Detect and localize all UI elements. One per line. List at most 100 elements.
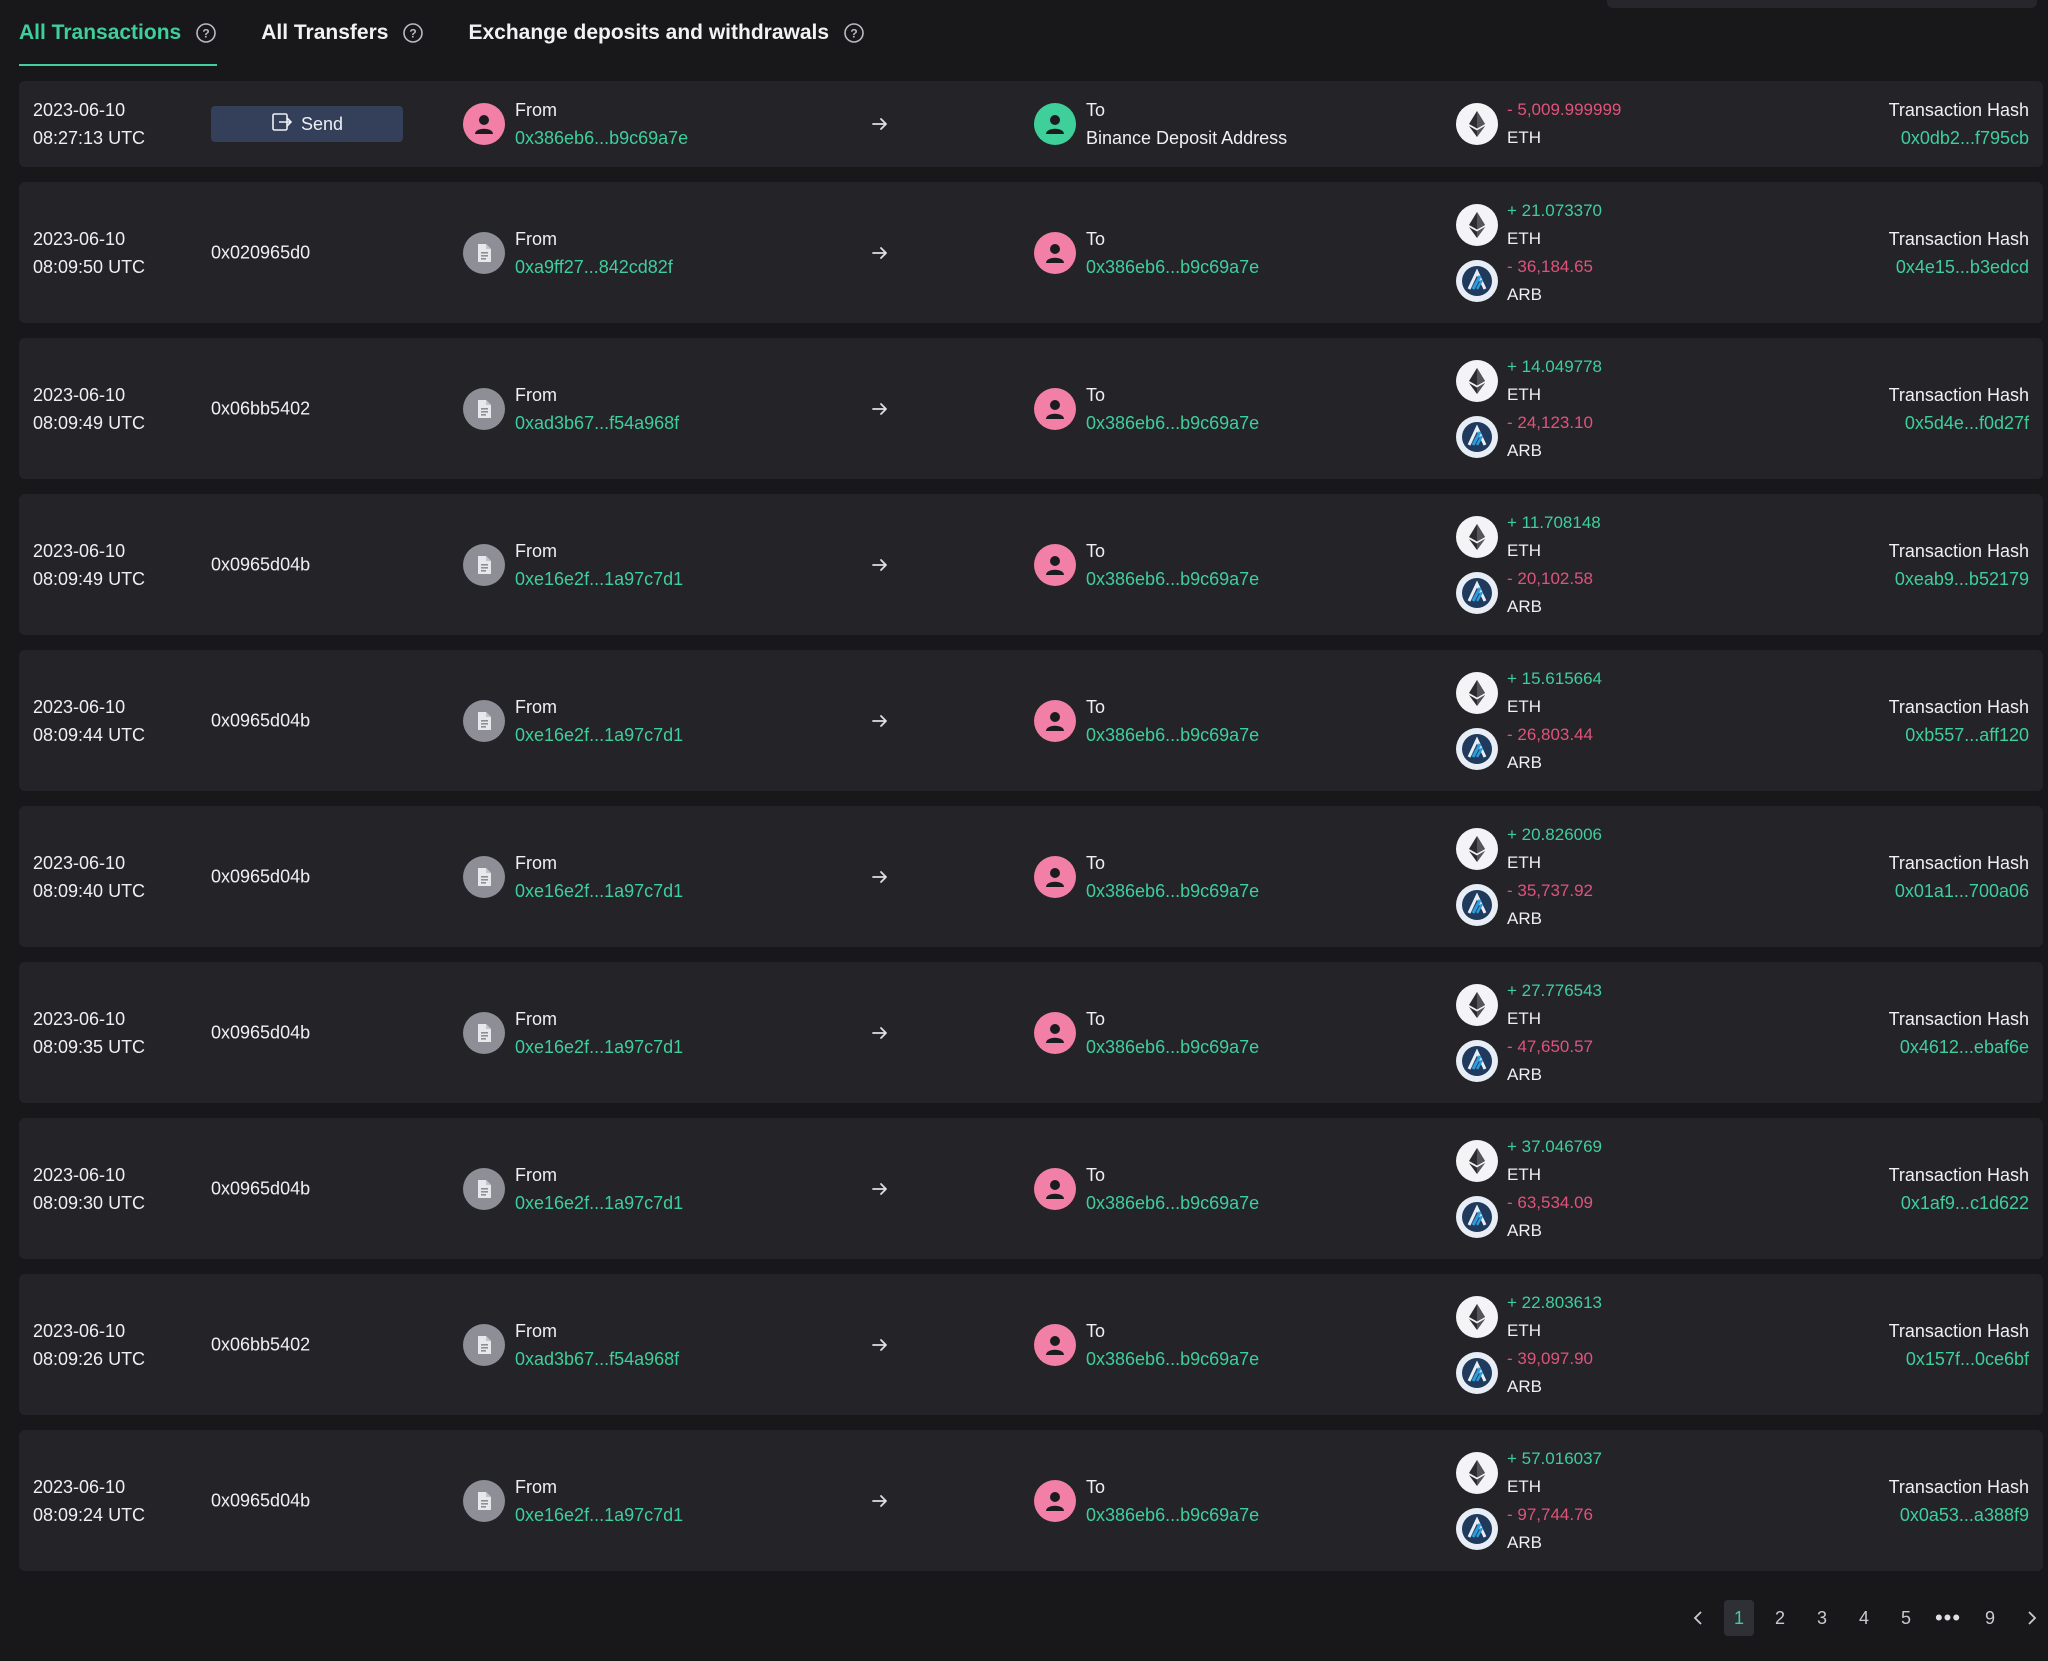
from-address-link[interactable]: 0xe16e2f...1a97c7d1 xyxy=(515,721,683,749)
tx-hash: Transaction Hash 0x4e15...b3edcd xyxy=(1889,225,2029,281)
from-address-link[interactable]: 0xe16e2f...1a97c7d1 xyxy=(515,565,683,593)
page-ellipsis[interactable]: ••• xyxy=(1932,1600,1964,1636)
page-number[interactable]: 5 xyxy=(1890,1600,1922,1636)
to-address-link[interactable]: 0x386eb6...b9c69a7e xyxy=(1086,721,1259,749)
arb-icon xyxy=(1456,1039,1498,1082)
table-row[interactable]: 2023-06-10 08:27:13 UTC Send From 0x386eb6..… xyxy=(19,81,2043,167)
to-address-link[interactable]: 0x386eb6...b9c69a7e xyxy=(1086,253,1259,281)
token-amount: - 97,744.76 ARB xyxy=(1456,1501,1602,1557)
arrow-right-icon xyxy=(870,1179,890,1199)
page-number[interactable]: 2 xyxy=(1764,1600,1796,1636)
to-address-link[interactable]: 0x386eb6...b9c69a7e xyxy=(1086,1345,1259,1373)
from-label: From xyxy=(515,1476,557,1497)
tx-date: 2023-06-10 xyxy=(33,228,126,249)
tx-hash: Transaction Hash 0xeab9...b52179 xyxy=(1889,537,2029,593)
hash-link[interactable]: 0x4e15...b3edcd xyxy=(1889,253,2029,281)
hash-link[interactable]: 0x01a1...700a06 xyxy=(1889,877,2029,905)
token-amount: + 21.073370 ETH xyxy=(1456,197,1602,253)
table-row[interactable]: 2023-06-10 08:09:44 UTC 0x0965d04b From 0xe1… xyxy=(19,650,2043,791)
hash-link[interactable]: 0x0a53...a388f9 xyxy=(1889,1501,2029,1529)
hash-link[interactable]: 0x1af9...c1d622 xyxy=(1889,1189,2029,1217)
amount-value: - 35,737.92 xyxy=(1507,880,1594,900)
hash-link[interactable]: 0xb557...aff120 xyxy=(1889,721,2029,749)
table-row[interactable]: 2023-06-10 08:09:35 UTC 0x0965d04b From 0xe1… xyxy=(19,962,2043,1103)
token-amount: + 37.046769 ETH xyxy=(1456,1133,1602,1189)
hash-label: Transaction Hash xyxy=(1888,540,2029,561)
arrow-right-icon xyxy=(870,1335,890,1355)
to-address-link[interactable]: 0x386eb6...b9c69a7e xyxy=(1086,409,1259,437)
hash-label: Transaction Hash xyxy=(1888,1320,2029,1341)
tx-datetime: 2023-06-10 08:09:50 UTC xyxy=(33,225,145,281)
prev-page-icon[interactable] xyxy=(1682,1600,1714,1636)
contract-icon xyxy=(463,387,505,430)
to-party: To 0x386eb6...b9c69a7e xyxy=(1034,1473,1259,1529)
to-address-link[interactable]: Binance Deposit Address xyxy=(1086,124,1287,152)
from-address-link[interactable]: 0x386eb6...b9c69a7e xyxy=(515,124,688,152)
token-amount: - 5,009.999999 ETH xyxy=(1456,96,1621,152)
tx-hash: Transaction Hash 0x4612...ebaf6e xyxy=(1889,1005,2029,1061)
from-party: From 0xe16e2f...1a97c7d1 xyxy=(463,1473,683,1529)
page-number[interactable]: 3 xyxy=(1806,1600,1838,1636)
amount-value: - 5,009.999999 xyxy=(1507,100,1622,119)
tx-date: 2023-06-10 xyxy=(33,384,126,405)
tx-time: 08:09:26 UTC xyxy=(33,1348,146,1369)
page-number[interactable]: 9 xyxy=(1974,1600,2006,1636)
tab-all-transfers[interactable]: All Transfers ? xyxy=(261,0,424,66)
amount-value: + 27.776543 xyxy=(1507,980,1603,1000)
amounts: + 37.046769 ETH - 63,534.09 ARB xyxy=(1456,1133,1602,1245)
to-address-link[interactable]: 0x386eb6...b9c69a7e xyxy=(1086,1501,1259,1529)
method-id: 0x0965d04b xyxy=(211,866,311,886)
contract-icon xyxy=(463,543,505,586)
table-row[interactable]: 2023-06-10 08:09:30 UTC 0x0965d04b From 0xe1… xyxy=(19,1118,2043,1259)
token-symbol: ETH xyxy=(1507,1164,1541,1184)
table-row[interactable]: 2023-06-10 08:09:49 UTC 0x06bb5402 From 0xad… xyxy=(19,338,2043,479)
amount-value: - 47,650.57 xyxy=(1507,1036,1594,1056)
send-method-button[interactable]: Send xyxy=(211,106,403,142)
eth-icon xyxy=(1456,1139,1498,1182)
token-amount: + 11.708148 ETH xyxy=(1456,509,1601,565)
hash-link[interactable]: 0x4612...ebaf6e xyxy=(1889,1033,2029,1061)
to-address-link[interactable]: 0x386eb6...b9c69a7e xyxy=(1086,877,1259,905)
method-id: 0x0965d04b xyxy=(211,710,311,730)
arb-icon xyxy=(1456,571,1498,614)
table-row[interactable]: 2023-06-10 08:09:50 UTC 0x020965d0 From 0xa9… xyxy=(19,182,2043,323)
from-address-link[interactable]: 0xad3b67...f54a968f xyxy=(515,409,679,437)
page-number[interactable]: 1 xyxy=(1724,1600,1754,1636)
token-amount: + 22.803613 ETH xyxy=(1456,1289,1602,1345)
from-address-link[interactable]: 0xe16e2f...1a97c7d1 xyxy=(515,1189,683,1217)
table-row[interactable]: 2023-06-10 08:09:40 UTC 0x0965d04b From 0xe1… xyxy=(19,806,2043,947)
contract-icon xyxy=(463,699,505,742)
amount-value: + 57.016037 xyxy=(1507,1448,1603,1468)
method-id: 0x020965d0 xyxy=(211,242,311,262)
to-address-link[interactable]: 0x386eb6...b9c69a7e xyxy=(1086,565,1259,593)
table-row[interactable]: 2023-06-10 08:09:24 UTC 0x0965d04b From 0xe1… xyxy=(19,1430,2043,1571)
table-row[interactable]: 2023-06-10 08:09:49 UTC 0x0965d04b From 0xe1… xyxy=(19,494,2043,635)
next-page-icon[interactable] xyxy=(2016,1600,2048,1636)
token-amount: + 20.826006 ETH xyxy=(1456,821,1602,877)
to-address-link[interactable]: 0x386eb6...b9c69a7e xyxy=(1086,1033,1259,1061)
eth-icon xyxy=(1456,103,1498,145)
table-row[interactable]: 2023-06-10 08:09:26 UTC 0x06bb5402 From 0xad… xyxy=(19,1274,2043,1415)
from-address-link[interactable]: 0xa9ff27...842cd82f xyxy=(515,253,673,281)
help-icon[interactable]: ? xyxy=(402,22,424,44)
hash-link[interactable]: 0xeab9...b52179 xyxy=(1889,565,2029,593)
from-address-link[interactable]: 0xe16e2f...1a97c7d1 xyxy=(515,1033,683,1061)
hash-link[interactable]: 0x0db2...f795cb xyxy=(1889,124,2029,152)
hash-link[interactable]: 0x157f...0ce6bf xyxy=(1889,1345,2029,1373)
tab-exchange-deposits-withdrawals[interactable]: Exchange deposits and withdrawals ? xyxy=(468,0,865,66)
method-label: Send xyxy=(300,113,344,134)
tab-label: Exchange deposits and withdrawals xyxy=(468,21,830,44)
token-symbol: ARB xyxy=(1507,1064,1542,1084)
hash-link[interactable]: 0x5d4e...f0d27f xyxy=(1889,409,2029,437)
to-label: To xyxy=(1086,384,1106,405)
to-address-link[interactable]: 0x386eb6...b9c69a7e xyxy=(1086,1189,1259,1217)
help-icon[interactable]: ? xyxy=(195,22,217,44)
from-address-link[interactable]: 0xad3b67...f54a968f xyxy=(515,1345,679,1373)
tab-all-transactions[interactable]: All Transactions ? xyxy=(19,0,218,66)
help-icon[interactable]: ? xyxy=(843,22,865,44)
page-number[interactable]: 4 xyxy=(1848,1600,1880,1636)
from-address-link[interactable]: 0xe16e2f...1a97c7d1 xyxy=(515,1501,683,1529)
token-amount: - 39,097.90 ARB xyxy=(1456,1345,1602,1401)
from-address-link[interactable]: 0xe16e2f...1a97c7d1 xyxy=(515,877,683,905)
to-party: To 0x386eb6...b9c69a7e xyxy=(1034,225,1259,281)
